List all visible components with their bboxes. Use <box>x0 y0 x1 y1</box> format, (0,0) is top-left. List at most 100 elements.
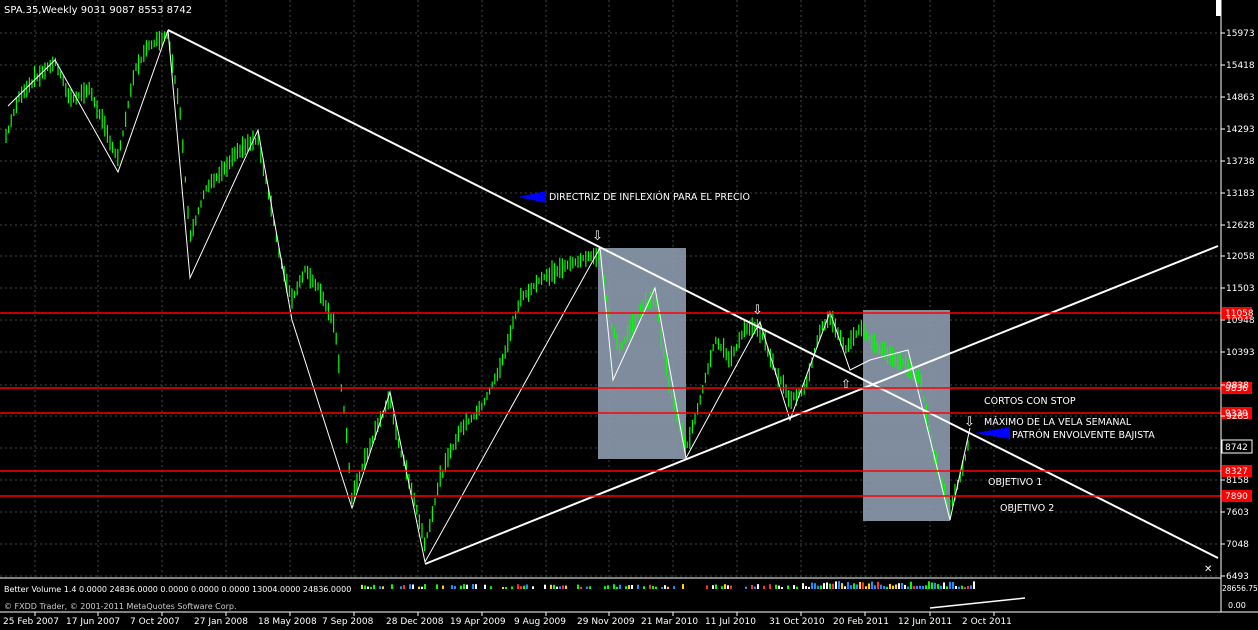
volume-bar <box>727 585 729 589</box>
volume-bar <box>796 586 798 589</box>
volume-bar <box>643 586 645 589</box>
volume-bar <box>754 586 756 589</box>
volume-bar <box>871 581 873 589</box>
date-tick-label: 2 Oct 2011 <box>962 617 1012 627</box>
volume-bar <box>880 584 882 589</box>
volume-bar <box>553 584 555 589</box>
volume-bar <box>586 586 588 589</box>
volume-bar <box>520 586 522 589</box>
volume-bar <box>484 584 486 589</box>
volume-bar <box>706 585 708 589</box>
volume-bar <box>967 586 969 589</box>
volume-bar <box>844 586 846 589</box>
price-tick-label: 12058 <box>1226 252 1255 262</box>
volume-bar <box>910 581 912 589</box>
annotation-objetivo-2: OBJETIVO 2 <box>1000 503 1054 514</box>
volume-bar <box>841 583 843 589</box>
volume-bar <box>892 585 894 589</box>
volume-bar <box>367 586 369 589</box>
volume-bar <box>409 584 411 589</box>
date-tick-label: 7 Sep 2008 <box>322 617 374 627</box>
price-tick-label: 7603 <box>1226 508 1249 518</box>
price-tick-label: 6493 <box>1226 572 1249 582</box>
annotation-cortos: CORTOS CON STOP <box>984 396 1076 407</box>
close-icon[interactable]: ✕ <box>1204 564 1212 575</box>
zigzag-line <box>7 29 971 564</box>
scroll-marker[interactable] <box>1216 0 1221 16</box>
annotation-directriz: DIRECTRIZ DE INFLEXIÓN PARA EL PRECIO <box>549 191 750 203</box>
volume-bar <box>532 586 534 589</box>
chart-window[interactable]: 11058 9836 9330 8327 7890 ⇩ ⇩ ⇩ ⇧ DIRECTRIZ … <box>0 0 1258 630</box>
volume-bar <box>442 585 444 589</box>
volume-bar <box>382 586 384 589</box>
annotation-patron: PATRÓN ENVOLVENTE BAJISTA <box>1012 429 1155 441</box>
date-axis: 25 Feb 2007 17 Jun 2007 7 Oct 2007 27 Jan 2… <box>3 612 1012 627</box>
volume-bar <box>715 584 717 589</box>
volume-bar <box>763 585 765 589</box>
down-arrow-icon: ⇩ <box>964 415 975 430</box>
volume-bar <box>619 584 621 589</box>
volume-bar <box>616 586 618 589</box>
price-tick-label: 9838 <box>1226 381 1249 391</box>
volume-bar <box>835 581 837 589</box>
volume-bar <box>808 586 810 589</box>
volume-bar <box>823 583 825 589</box>
volume-bar <box>544 584 546 589</box>
volume-bar <box>379 586 381 589</box>
date-tick-label: 25 Feb 2007 <box>3 617 59 627</box>
volume-bar <box>505 586 507 589</box>
volume-bar <box>865 586 867 589</box>
volume-bar <box>751 585 753 589</box>
volume-bar <box>802 583 804 589</box>
volume-bar <box>721 586 723 589</box>
annotation-maximo: MÁXIMO DE LA VELA SEMANAL <box>984 416 1132 428</box>
volume-bar <box>526 584 528 589</box>
volume-bar <box>550 584 552 589</box>
shade-box-1 <box>598 248 686 459</box>
volume-bar <box>961 585 963 589</box>
volume-bar <box>460 585 462 589</box>
volume-bar <box>973 581 975 589</box>
price-tick-label: 13738 <box>1226 157 1255 167</box>
volume-bar <box>661 587 663 589</box>
volume-bar <box>916 585 918 589</box>
volume-bar <box>877 581 879 589</box>
volume-bar <box>373 584 375 589</box>
volume-bar <box>400 586 402 589</box>
volume-bar <box>829 583 831 589</box>
volume-bar <box>937 584 939 589</box>
date-tick-label: 27 Jan 2008 <box>194 617 248 627</box>
volume-bar <box>922 585 924 589</box>
volume-bar <box>649 584 651 589</box>
date-tick-label: 7 Oct 2007 <box>130 617 180 627</box>
volume-bar <box>712 585 714 589</box>
volume-bar <box>631 585 633 589</box>
price-tick-label: 15418 <box>1226 61 1255 71</box>
volume-bar <box>682 584 684 589</box>
volume-bar <box>673 586 675 589</box>
volume-bar <box>907 586 909 589</box>
indicator-line <box>929 597 1026 609</box>
volume-indicator <box>361 581 1026 609</box>
volume-bar <box>454 586 456 589</box>
trendline-ascending <box>424 245 1219 565</box>
price-candles <box>5 31 969 552</box>
blue-arrow-icon <box>975 427 1010 439</box>
symbol-info: SPA.35,Weekly 9031 9087 8553 8742 <box>4 5 192 16</box>
up-arrow-icon: ⇧ <box>841 377 851 391</box>
date-tick-label: 19 Apr 2009 <box>450 617 506 627</box>
volume-bar <box>781 587 783 589</box>
price-chart[interactable]: 110589836933083277890 ⇩ ⇩ ⇩ ⇧ DIRECTRIZ … <box>0 0 1258 630</box>
volume-bar <box>886 586 888 589</box>
volume-bar <box>931 582 933 589</box>
volume-bar <box>820 585 822 589</box>
price-tick-label: 8158 <box>1226 476 1249 486</box>
volume-bar <box>874 585 876 589</box>
volume-bar <box>424 584 426 589</box>
volume-bar <box>805 586 807 589</box>
volume-bar <box>421 586 423 589</box>
volume-bar <box>826 582 828 589</box>
price-tick-label: 15973 <box>1226 29 1255 39</box>
date-tick-label: 17 Jun 2007 <box>66 617 120 627</box>
price-tick-label: 11503 <box>1226 284 1255 294</box>
